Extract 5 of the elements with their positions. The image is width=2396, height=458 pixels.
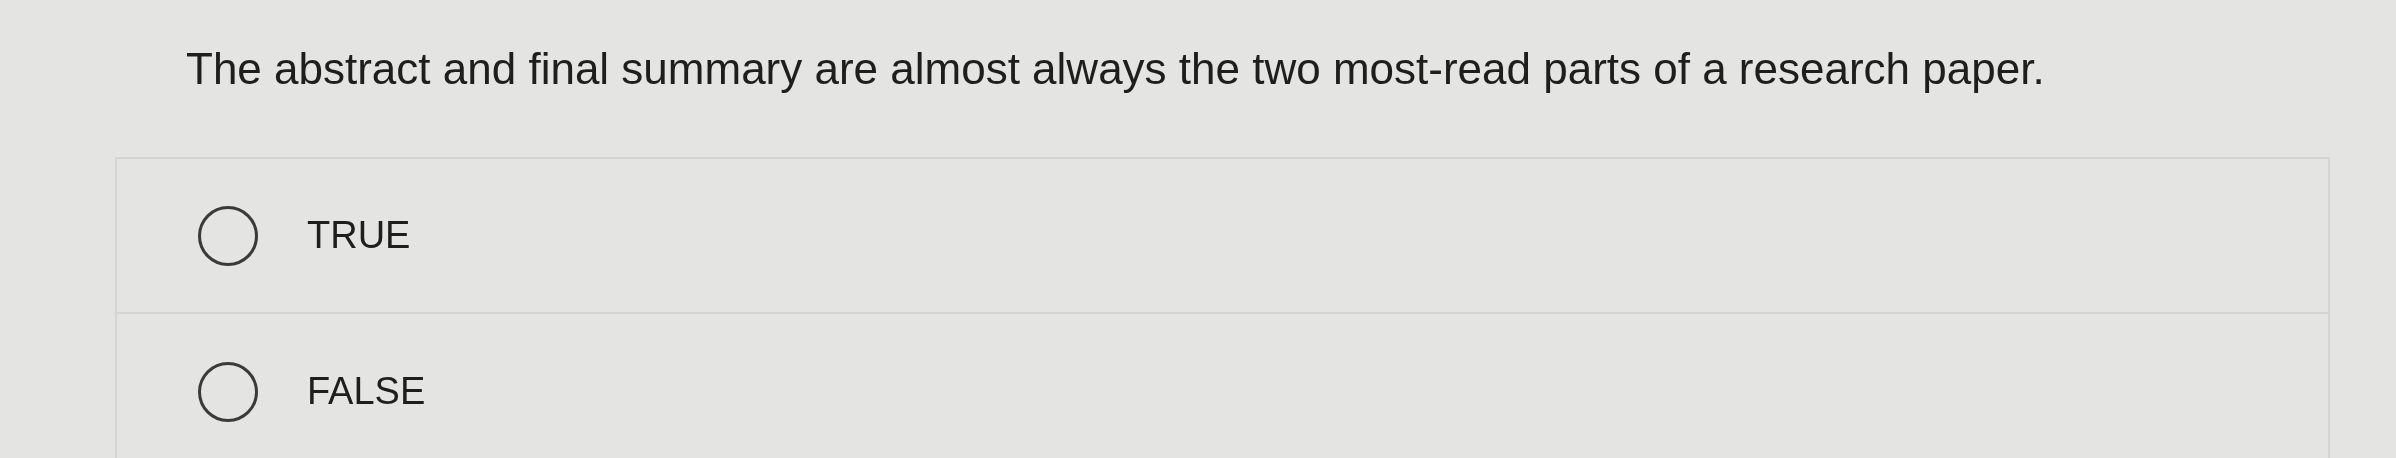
option-label: FALSE [307,369,426,414]
question-text: The abstract and final summary are almost always the two most-read parts of a research paper. [186,43,2046,95]
option-label: TRUE [307,213,411,258]
radio-button[interactable] [198,361,258,422]
radio-button[interactable] [198,205,258,266]
